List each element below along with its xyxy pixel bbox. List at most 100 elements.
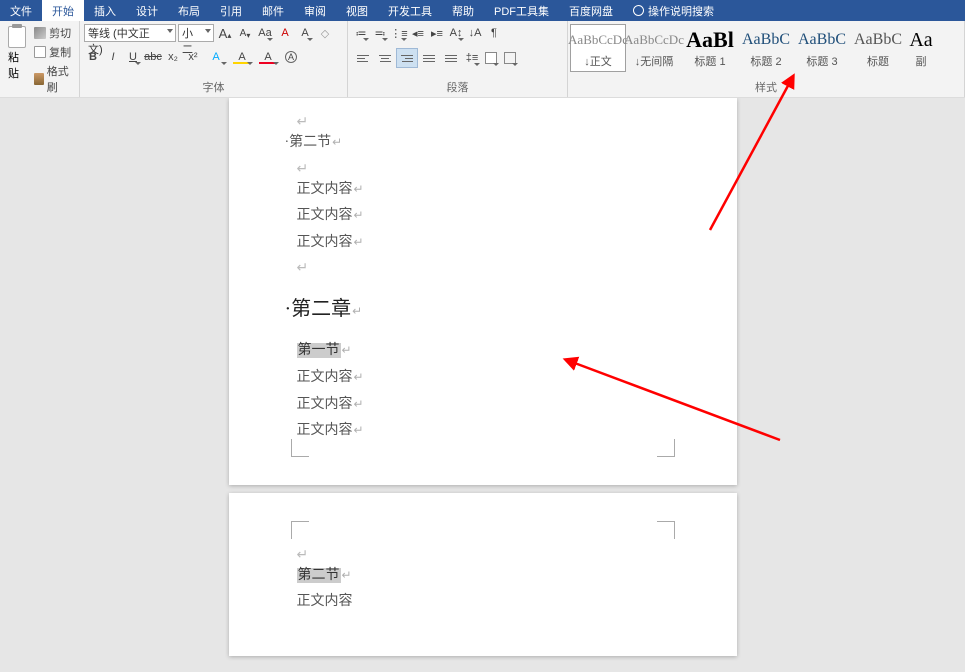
cut-label: 剪切 bbox=[49, 25, 71, 41]
bold-button[interactable]: B bbox=[84, 48, 102, 66]
body-text[interactable]: 正文内容 bbox=[297, 589, 669, 616]
tab-help[interactable]: 帮助 bbox=[442, 0, 484, 21]
align-distribute-button[interactable] bbox=[440, 48, 462, 68]
borders-icon bbox=[504, 52, 516, 64]
decrease-indent-button[interactable]: ◂≡ bbox=[409, 24, 427, 42]
strike-button[interactable]: abc bbox=[144, 48, 162, 66]
heading2-section2[interactable]: ·第二节↵ bbox=[285, 130, 669, 157]
style-heading1[interactable]: AaBl标题 1 bbox=[682, 24, 738, 72]
align-left-icon bbox=[357, 55, 369, 62]
borders-button[interactable] bbox=[501, 49, 519, 67]
clear-format-button[interactable]: ◇ bbox=[316, 24, 334, 42]
page-corner-icon bbox=[291, 439, 309, 457]
indent-icon: ▸≡ bbox=[431, 27, 443, 40]
font-name-select[interactable]: 等线 (中文正文) bbox=[84, 24, 176, 42]
style-title[interactable]: AaBbC标题 bbox=[850, 24, 906, 72]
document-workspace[interactable]: ↵ ·第二节↵ ↵ 正文内容↵ 正文内容↵ 正文内容↵ ↵ ·第二章↵ 第一节↵… bbox=[0, 98, 965, 672]
highlight-button[interactable]: A bbox=[230, 48, 254, 66]
style-normal[interactable]: AaBbCcDc↓正文 bbox=[570, 24, 626, 72]
heading2-section2-selected[interactable]: 第二节↵ bbox=[297, 563, 669, 590]
align-left-button[interactable] bbox=[352, 48, 374, 68]
phonetic-guide-button[interactable]: A bbox=[276, 24, 294, 42]
heading1-chapter2[interactable]: ·第二章↵ bbox=[285, 290, 669, 328]
paste-label: 粘贴 bbox=[8, 49, 26, 81]
enclosed-char-button[interactable]: A bbox=[282, 48, 300, 66]
numbering-button[interactable]: ≕ bbox=[371, 24, 389, 42]
line-spacing-icon: ‡≡ bbox=[466, 52, 479, 64]
superscript-button[interactable]: x² bbox=[184, 48, 202, 66]
page-corner-icon bbox=[291, 521, 309, 539]
tab-baidu-netdisk[interactable]: 百度网盘 bbox=[559, 0, 623, 21]
shrink-font-button[interactable]: A▾ bbox=[236, 24, 254, 42]
tab-home[interactable]: 开始 bbox=[42, 0, 84, 21]
tell-me-label: 操作说明搜索 bbox=[648, 3, 714, 19]
style-heading3[interactable]: AaBbC标题 3 bbox=[794, 24, 850, 72]
direction-icon: A↕ bbox=[450, 27, 463, 39]
bullets-button[interactable]: ≔ bbox=[352, 24, 370, 42]
font-color-swatch bbox=[259, 62, 275, 64]
cut-button[interactable]: 剪切 bbox=[32, 24, 75, 42]
char-border-button[interactable]: A bbox=[296, 24, 314, 42]
copy-icon bbox=[34, 46, 46, 58]
align-justify-icon bbox=[423, 55, 435, 62]
tab-file[interactable]: 文件 bbox=[0, 0, 42, 21]
text-direction-button[interactable]: A↕ bbox=[447, 24, 465, 42]
dropdown-icon bbox=[167, 29, 173, 33]
italic-button[interactable]: I bbox=[104, 48, 122, 66]
copy-button[interactable]: 复制 bbox=[32, 43, 75, 61]
body-text[interactable]: 正文内容↵ bbox=[297, 177, 669, 204]
bullets-icon: ≔ bbox=[356, 27, 367, 40]
body-text[interactable]: 正文内容↵ bbox=[297, 230, 669, 257]
tab-references[interactable]: 引用 bbox=[210, 0, 252, 21]
format-painter-button[interactable]: 格式刷 bbox=[32, 62, 75, 96]
font-size-select[interactable]: 小二 bbox=[178, 24, 214, 42]
align-justify-button[interactable] bbox=[418, 48, 440, 68]
tab-pdf-tools[interactable]: PDF工具集 bbox=[484, 0, 559, 21]
style-heading2[interactable]: AaBbC标题 2 bbox=[738, 24, 794, 72]
tab-review[interactable]: 审阅 bbox=[294, 0, 336, 21]
document-page-2[interactable]: ↵ 第二节↵ 正文内容 bbox=[229, 493, 737, 656]
underline-button[interactable]: U bbox=[124, 48, 142, 66]
tell-me-search[interactable]: 操作说明搜索 bbox=[623, 0, 724, 21]
tab-layout[interactable]: 布局 bbox=[168, 0, 210, 21]
change-case-button[interactable]: Aa bbox=[256, 24, 274, 42]
multilevel-icon: ⋮≡ bbox=[390, 27, 407, 40]
document-page-1[interactable]: ↵ ·第二节↵ ↵ 正文内容↵ 正文内容↵ 正文内容↵ ↵ ·第二章↵ 第一节↵… bbox=[229, 98, 737, 485]
align-right-button[interactable] bbox=[396, 48, 418, 68]
paste-button[interactable]: 粘贴 bbox=[4, 24, 30, 83]
body-text[interactable]: 正文内容↵ bbox=[297, 365, 669, 392]
line-spacing-button[interactable]: ‡≡ bbox=[463, 49, 481, 67]
paste-icon bbox=[8, 26, 26, 48]
tab-design[interactable]: 设计 bbox=[126, 0, 168, 21]
multilevel-button[interactable]: ⋮≡ bbox=[390, 24, 408, 42]
shading-icon bbox=[485, 52, 497, 64]
format-painter-label: 格式刷 bbox=[47, 63, 73, 95]
tab-mailings[interactable]: 邮件 bbox=[252, 0, 294, 21]
style-subtitle[interactable]: Aa副 bbox=[906, 24, 936, 72]
body-text[interactable]: 正文内容↵ bbox=[297, 392, 669, 419]
styles-gallery[interactable]: AaBbCcDc↓正文 AaBbCcDc↓无间隔 AaBl标题 1 AaBbC标… bbox=[568, 21, 964, 72]
heading2-section1-selected[interactable]: 第一节↵ bbox=[297, 338, 669, 365]
highlight-swatch bbox=[233, 62, 249, 64]
group-font: 等线 (中文正文) 小二 A▴ A▾ Aa A A ◇ B I U abc x₂… bbox=[80, 21, 348, 97]
lightbulb-icon bbox=[633, 5, 644, 16]
group-clipboard: 粘贴 剪切 复制 格式刷 剪贴板 bbox=[0, 21, 80, 97]
body-text[interactable]: 正文内容↵ bbox=[297, 418, 669, 445]
tab-view[interactable]: 视图 bbox=[336, 0, 378, 21]
tab-strip: 文件 开始 插入 设计 布局 引用 邮件 审阅 视图 开发工具 帮助 PDF工具… bbox=[0, 0, 965, 21]
increase-indent-button[interactable]: ▸≡ bbox=[428, 24, 446, 42]
body-text[interactable]: 正文内容↵ bbox=[297, 203, 669, 230]
shading-button[interactable] bbox=[482, 49, 500, 67]
show-marks-button[interactable]: ¶ bbox=[485, 24, 503, 42]
align-distribute-icon bbox=[445, 55, 457, 62]
style-no-spacing[interactable]: AaBbCcDc↓无间隔 bbox=[626, 24, 682, 72]
subscript-button[interactable]: x₂ bbox=[164, 48, 182, 66]
dropdown-icon bbox=[205, 29, 211, 33]
tab-insert[interactable]: 插入 bbox=[84, 0, 126, 21]
text-effects-button[interactable]: A bbox=[204, 48, 228, 66]
sort-button[interactable]: ↓A bbox=[466, 24, 484, 42]
tab-developer[interactable]: 开发工具 bbox=[378, 0, 442, 21]
grow-font-button[interactable]: A▴ bbox=[216, 24, 234, 42]
align-center-button[interactable] bbox=[374, 48, 396, 68]
font-color-button[interactable]: A bbox=[256, 48, 280, 66]
